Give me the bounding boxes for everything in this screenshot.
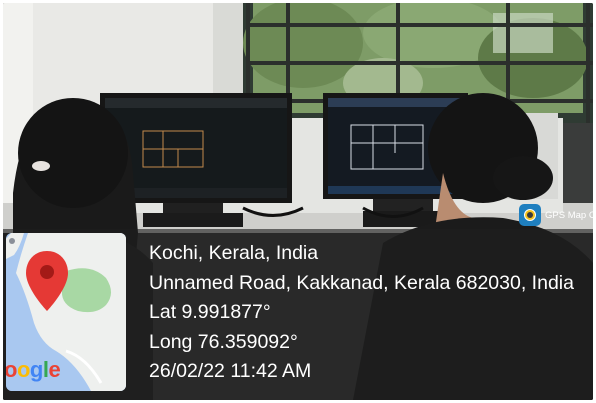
- gps-map-camera-icon: [519, 204, 541, 226]
- longitude: Long 76.359092°: [149, 330, 298, 353]
- geo-info: Kochi, Kerala, India Unnamed Road, Kakka…: [149, 239, 574, 387]
- timestamp: 26/02/22 11:42 AM: [149, 360, 312, 382]
- latitude: Lat 9.991877°: [149, 301, 271, 323]
- geotagged-photo: GPS Map Camera oogle Kochi, Kerala, Indi…: [3, 3, 593, 400]
- location-address: Unnamed Road, Kakkanad, Kerala 682030, I…: [149, 271, 574, 294]
- location-title: Kochi, Kerala, India: [149, 242, 319, 264]
- map-thumbnail: oogle: [6, 233, 126, 391]
- app-badge: GPS Map Camera: [519, 203, 593, 227]
- app-badge-label: GPS Map Camera: [545, 209, 593, 221]
- google-logo: oogle: [6, 357, 61, 382]
